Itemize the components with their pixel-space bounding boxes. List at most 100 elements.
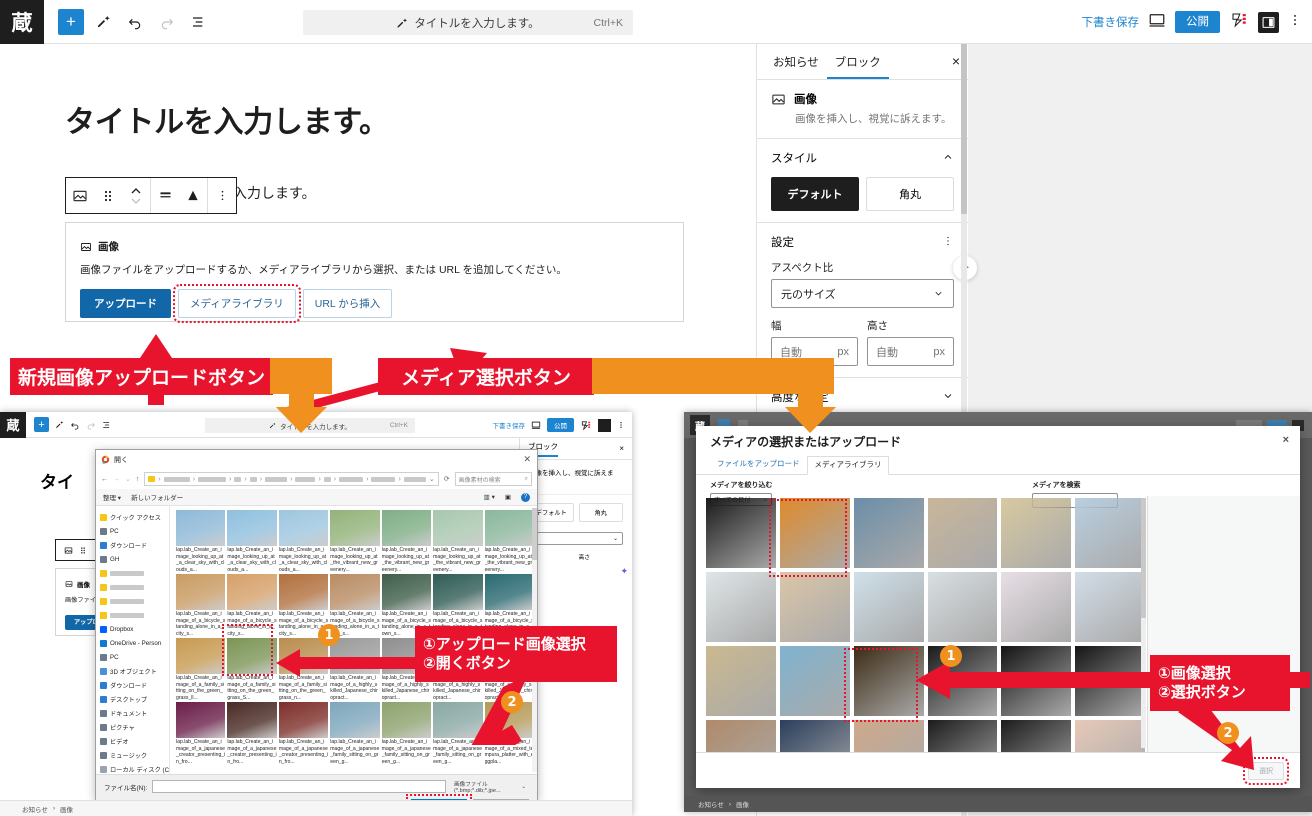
help-icon[interactable]: ? (521, 493, 530, 502)
scrollbar-thumb[interactable] (532, 508, 537, 560)
jetpack-icon[interactable] (1229, 11, 1249, 34)
media-grid-item[interactable] (928, 498, 998, 568)
tab-upload-files[interactable]: ファイルをアップロード (710, 456, 807, 474)
explorer-sidebar-item[interactable]: クイック アクセス (100, 510, 169, 524)
media-grid-item[interactable] (780, 720, 850, 752)
explorer-sidebar-item[interactable]: ミュージック (100, 748, 169, 762)
search-input[interactable]: 画像素材の検索 ⌕ (455, 472, 532, 486)
style-rounded-button[interactable]: 角丸 (579, 503, 624, 522)
align-icon[interactable] (151, 177, 179, 214)
save-draft-button[interactable]: 下書き保存 (1082, 14, 1140, 30)
explorer-file-item[interactable]: lap.lab_Create_an_image_of_a_japanese_cr… (176, 702, 225, 765)
scrollbar-thumb[interactable] (961, 44, 967, 214)
edit-tool-icon[interactable] (88, 7, 118, 37)
chevron-down-icon[interactable]: ⌄ (429, 475, 435, 483)
refresh-icon[interactable]: ⟳ (444, 475, 450, 483)
explorer-sidebar-item[interactable]: GH (100, 552, 169, 566)
new-folder-button[interactable]: 新しいフォルダー (131, 492, 183, 502)
tab-block[interactable]: ブロック (827, 44, 889, 79)
media-grid-item[interactable] (706, 720, 776, 752)
site-logo-icon[interactable]: 蔵 (0, 0, 44, 44)
explorer-sidebar-item[interactable]: OneDrive - Person (100, 636, 169, 650)
style-default-button[interactable]: デフォルト (771, 177, 859, 211)
breadcrumb-item-1[interactable]: 画像 (60, 804, 73, 814)
aspect-ratio-select[interactable]: 元のサイズ (771, 279, 954, 308)
media-grid-item[interactable] (706, 498, 776, 568)
filetype-select[interactable]: 画像ファイル (*.bmp;*.dib;*.jpe... ⌄ (451, 780, 529, 793)
preview-pane-icon[interactable]: ▣ (505, 493, 511, 501)
recent-dropdown-icon[interactable]: ⌄ (125, 475, 131, 483)
insert-from-url-button[interactable]: URL から挿入 (303, 289, 393, 318)
aspect-ratio-select[interactable]: ⌄ (529, 532, 623, 545)
close-icon[interactable]: × (952, 53, 960, 69)
filename-input[interactable] (152, 780, 446, 793)
close-icon[interactable]: × (619, 444, 624, 453)
media-library-button[interactable]: メディアライブラリ (178, 289, 296, 318)
explorer-sidebar-item[interactable] (100, 594, 169, 608)
drag-handle-icon[interactable] (80, 546, 86, 555)
ai-assistant-icon[interactable]: ✦ (620, 566, 628, 577)
explorer-file-item[interactable]: lap.lab_Create_an_image_looking_up_at_a_… (176, 510, 225, 573)
style-rounded-button[interactable]: 角丸 (866, 177, 954, 211)
preview-icon[interactable] (1148, 11, 1166, 34)
page-title[interactable]: タイトルを入力します。 (65, 97, 389, 141)
explorer-sidebar-item[interactable]: 3D オブジェクト (100, 664, 169, 678)
media-grid-item[interactable] (706, 646, 776, 716)
explorer-sidebar-item[interactable]: ピクチャ (100, 720, 169, 734)
explorer-sidebar-item[interactable] (100, 566, 169, 580)
upload-button[interactable]: アップロード (80, 289, 171, 318)
tab-media-library[interactable]: メディアライブラリ (807, 456, 890, 475)
breadcrumb-item-0[interactable]: お知らせ (22, 804, 48, 814)
explorer-file-item[interactable]: lap.lab_Create_an_image_looking_up_at_a_… (279, 510, 328, 573)
list-view-icon[interactable] (184, 7, 214, 37)
explorer-file-item[interactable]: lap.lab_Create_an_image_of_a_bicycle_sta… (176, 574, 225, 637)
settings-sidebar-icon[interactable] (1258, 12, 1279, 33)
drag-handle-icon[interactable] (94, 177, 122, 214)
media-grid-item[interactable] (1001, 498, 1071, 568)
back-arrow-icon[interactable]: ← (101, 476, 108, 483)
explorer-file-item[interactable]: lap.lab_Create_an_image_looking_up_at_th… (433, 510, 482, 573)
media-grid-item[interactable] (780, 646, 850, 716)
explorer-file-item[interactable]: lap.lab_Create_an_image_of_a_family_sitt… (176, 638, 225, 701)
explorer-file-item[interactable]: lap.lab_Create_an_image_looking_up_at_th… (330, 510, 379, 573)
view-options-icon[interactable]: ▥ ▾ (484, 493, 495, 501)
explorer-sidebar-item[interactable] (100, 580, 169, 594)
explorer-sidebar-item[interactable]: ダウンロード (100, 538, 169, 552)
redo-icon[interactable] (152, 7, 182, 37)
image-block-icon[interactable] (64, 546, 73, 555)
media-grid-item[interactable] (1075, 498, 1145, 568)
settings-more-icon[interactable] (942, 235, 954, 250)
close-icon[interactable]: × (1283, 434, 1289, 446)
publish-button[interactable]: 公開 (1175, 11, 1220, 34)
add-block-button[interactable]: + (56, 7, 86, 37)
explorer-sidebar-item[interactable]: PC (100, 650, 169, 664)
explorer-sidebar-item[interactable]: デスクトップ (100, 692, 169, 706)
media-scrollbar-thumb[interactable] (1141, 498, 1146, 618)
breadcrumb-item-1[interactable]: 画像 (736, 799, 749, 809)
explorer-sidebar-item[interactable]: ダウンロード (100, 678, 169, 692)
explorer-sidebar-item[interactable]: ローカル ディスク (C (100, 762, 169, 774)
image-block-icon[interactable] (66, 177, 94, 214)
explorer-sidebar-item[interactable]: ドキュメント (100, 706, 169, 720)
up-arrow-icon[interactable]: ↑ (136, 476, 140, 483)
organize-button[interactable]: 整理 ▾ (103, 492, 121, 502)
address-bar[interactable]: › › › › › › › › › › ⌄ (144, 472, 438, 486)
close-icon[interactable]: ✕ (523, 454, 531, 465)
undo-icon[interactable] (120, 7, 150, 37)
explorer-sidebar-item[interactable]: PC (100, 524, 169, 538)
media-grid-item[interactable] (780, 572, 850, 642)
explorer-sidebar-item[interactable] (100, 608, 169, 622)
breadcrumb-item-0[interactable]: お知らせ (698, 799, 724, 809)
explorer-file-item[interactable]: lap.lab_Create_an_image_looking_up_at_th… (382, 510, 431, 573)
media-grid-item[interactable] (854, 498, 924, 568)
explorer-sidebar-item[interactable]: Dropbox (100, 622, 169, 636)
forward-arrow-icon[interactable]: → (113, 476, 120, 483)
explorer-sidebar[interactable]: クイック アクセスPCダウンロードGHDropboxOneDrive - Per… (96, 506, 170, 774)
block-more-icon[interactable] (208, 177, 236, 214)
more-options-icon[interactable] (1288, 13, 1302, 32)
explorer-file-item[interactable]: lap.lab_Create_an_image_looking_up_at_a_… (227, 510, 276, 573)
explorer-file-item[interactable]: lap.lab_Create_an_image_looking_up_at_th… (485, 510, 534, 573)
duotone-filter-icon[interactable] (179, 177, 207, 214)
move-updown-icon[interactable] (122, 177, 150, 214)
media-grid-item[interactable] (706, 572, 776, 642)
